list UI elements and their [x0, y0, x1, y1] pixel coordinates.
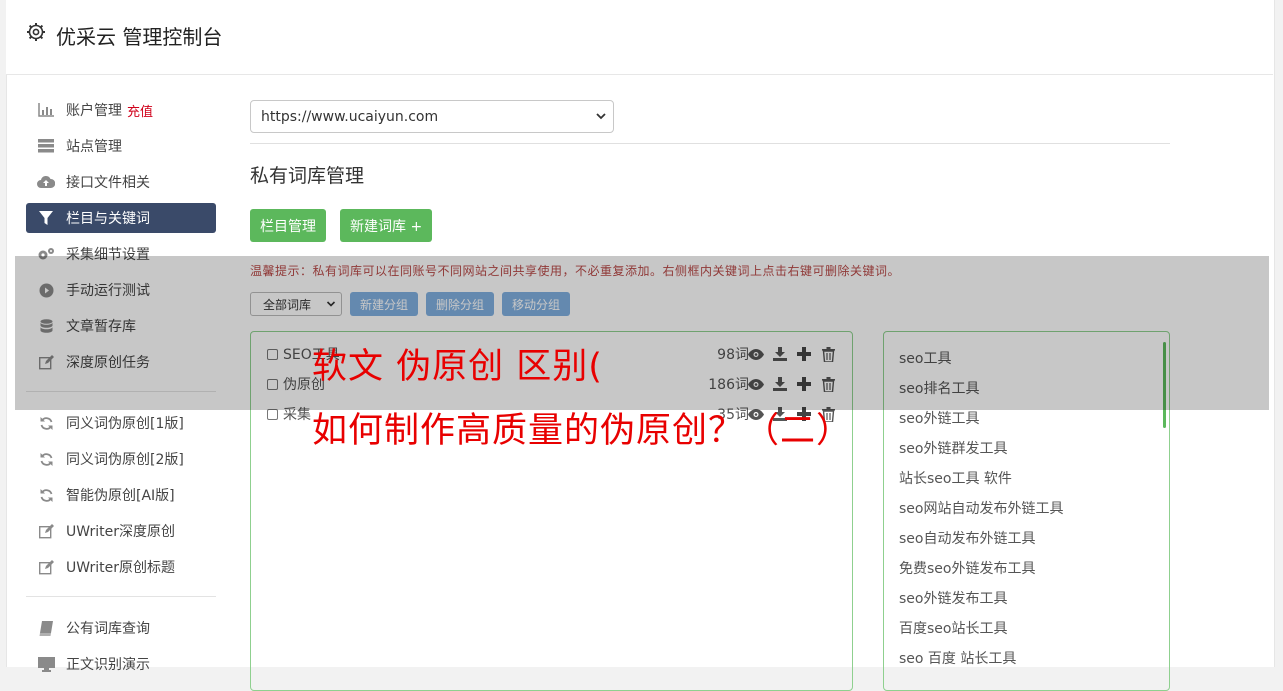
refresh-icon — [37, 450, 55, 468]
recharge-link[interactable]: 充值 — [127, 101, 153, 120]
top-header: 优采云 管理控制台 — [6, 0, 1273, 75]
refresh-icon — [37, 486, 55, 504]
sidebar-item-label: 正文识别演示 — [66, 657, 150, 673]
keyword-item[interactable]: seo外链群发工具 — [899, 438, 1007, 458]
site-select-value: https://www.ucaiyun.com — [261, 108, 439, 125]
sidebar-item-api-files[interactable]: 接口文件相关 — [26, 167, 216, 197]
console-title: 优采云 管理控制台 — [56, 25, 223, 49]
overlay-title-line-1: 软文 伪原创 区别( — [312, 347, 603, 387]
library-checkbox[interactable] — [267, 408, 278, 420]
sidebar-item-label: 账户管理 — [66, 103, 122, 119]
keyword-item[interactable]: seo外链发布工具 — [899, 588, 1007, 608]
filter-icon — [37, 209, 55, 227]
site-select[interactable]: https://www.ucaiyun.com — [250, 100, 614, 133]
sidebar-item-ai-original[interactable]: 智能伪原创[AI版] — [26, 480, 216, 510]
bar-chart-icon — [37, 101, 55, 119]
server-icon — [37, 137, 55, 155]
cloud-upload-icon — [37, 173, 55, 191]
chevron-down-icon — [596, 113, 606, 120]
sidebar-item-uwriter-title[interactable]: UWriter原创标题 — [26, 552, 216, 582]
sidebar-item-public-dictionary[interactable]: 公有词库查询 — [26, 613, 216, 643]
sidebar-item-columns-keywords[interactable]: 栏目与关键词 — [26, 203, 216, 233]
book-icon — [37, 619, 55, 637]
sidebar-item-label: 栏目与关键词 — [66, 211, 150, 227]
sidebar-item-text-recognition[interactable]: 正文识别演示 — [26, 649, 216, 679]
divider — [250, 143, 1170, 144]
keyword-item[interactable]: seo 百度 站长工具 — [899, 648, 1016, 668]
monitor-icon — [37, 655, 55, 673]
column-manage-button[interactable]: 栏目管理 — [250, 209, 326, 242]
sidebar-item-label: 同义词伪原创[2版] — [66, 452, 184, 468]
sidebar-item-label: UWriter原创标题 — [66, 560, 175, 576]
section-title: 私有词库管理 — [250, 165, 365, 187]
sidebar-item-label: 公有词库查询 — [66, 621, 150, 637]
keyword-item[interactable]: 站长seo工具 软件 — [899, 468, 1012, 488]
sidebar-divider — [26, 596, 216, 597]
refresh-icon — [37, 414, 55, 432]
sidebar-item-label: 站点管理 — [66, 139, 122, 155]
sidebar-item-uwriter-deep[interactable]: UWriter深度原创 — [26, 516, 216, 546]
gear-icon — [26, 22, 46, 42]
edit-icon — [37, 522, 55, 540]
new-library-button[interactable]: 新建词库 + — [340, 209, 433, 242]
title-overlay-band — [15, 256, 1269, 410]
edit-icon — [37, 558, 55, 576]
keyword-item[interactable]: seo自动发布外链工具 — [899, 528, 1035, 548]
keyword-item[interactable]: 免费seo外链发布工具 — [899, 558, 1035, 578]
sidebar-item-sites[interactable]: 站点管理 — [26, 131, 216, 161]
overlay-title-line-2: 如何制作高质量的伪原创？（二） — [312, 411, 853, 451]
keyword-item[interactable]: seo外链工具 — [899, 408, 979, 428]
keyword-item[interactable]: 百度seo站长工具 — [899, 618, 1007, 638]
sidebar-item-label: UWriter深度原创 — [66, 524, 175, 540]
sidebar-item-account[interactable]: 账户管理 充值 — [26, 95, 216, 125]
sidebar-item-label: 智能伪原创[AI版] — [66, 488, 175, 504]
sidebar-item-synonym-v1[interactable]: 同义词伪原创[1版] — [26, 408, 216, 438]
sidebar-item-label: 接口文件相关 — [66, 175, 150, 191]
sidebar-item-label: 同义词伪原创[1版] — [66, 416, 184, 432]
sidebar-item-synonym-v2[interactable]: 同义词伪原创[2版] — [26, 444, 216, 474]
keyword-item[interactable]: seo网站自动发布外链工具 — [899, 498, 1063, 518]
